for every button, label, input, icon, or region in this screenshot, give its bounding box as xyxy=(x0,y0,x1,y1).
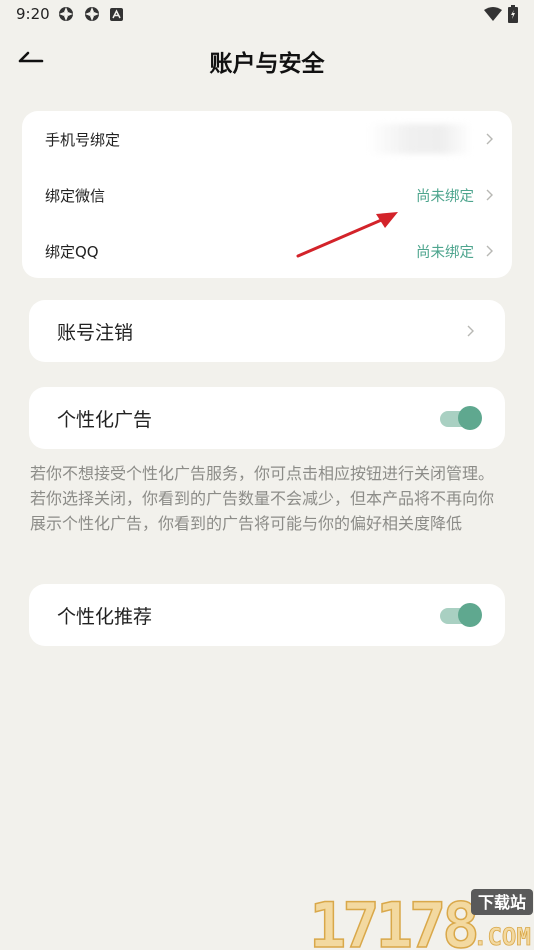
phone-number-redaction xyxy=(368,124,472,154)
wechat-binding-row[interactable]: 绑定微信 尚未绑定 xyxy=(22,179,512,211)
phone-binding-label: 手机号绑定 xyxy=(45,130,121,149)
personalized-ads-description: 若你不想接受个性化广告服务，你可点击相应按钮进行关闭管理。若你选择关闭，你看到的… xyxy=(30,464,495,533)
personalized-ads-card: 个性化广告 xyxy=(29,387,505,449)
personalized-ads-label: 个性化广告 xyxy=(57,408,153,431)
account-cancel-label: 账号注销 xyxy=(57,321,134,344)
wechat-binding-status: 尚未绑定 xyxy=(416,188,474,205)
wifi-icon xyxy=(484,7,502,21)
chevron-right-icon xyxy=(467,325,474,337)
status-bar: 9:20 xyxy=(0,0,534,30)
qq-binding-status: 尚未绑定 xyxy=(416,244,474,261)
personalized-recommend-toggle[interactable] xyxy=(440,603,482,629)
app-notification-icon xyxy=(59,7,73,21)
personalized-ads-toggle[interactable] xyxy=(440,406,482,432)
font-notification-icon xyxy=(110,8,123,21)
personalized-recommend-card: 个性化推荐 xyxy=(29,584,505,646)
status-time: 9:20 xyxy=(16,5,50,23)
chevron-right-icon xyxy=(486,133,493,145)
personalized-recommend-label: 个性化推荐 xyxy=(57,605,153,628)
site-watermark-logo: 17178 下载站 .COM xyxy=(308,888,533,950)
annotation-arrow-icon xyxy=(296,212,398,258)
battery-icon xyxy=(508,5,518,23)
svg-text:.COM: .COM xyxy=(473,923,531,950)
chevron-right-icon xyxy=(486,245,493,257)
qq-binding-row[interactable]: 绑定QQ 尚未绑定 xyxy=(22,235,512,267)
chevron-right-icon xyxy=(486,189,493,201)
page-title: 账户与安全 xyxy=(209,51,325,77)
svg-text:17178: 17178 xyxy=(309,889,476,950)
account-cancel-row[interactable]: 账号注销 xyxy=(29,300,505,362)
qq-binding-label: 绑定QQ xyxy=(45,242,99,261)
svg-text:下载站: 下载站 xyxy=(478,893,526,912)
app-notification-icon xyxy=(85,7,99,21)
wechat-binding-label: 绑定微信 xyxy=(45,186,106,205)
